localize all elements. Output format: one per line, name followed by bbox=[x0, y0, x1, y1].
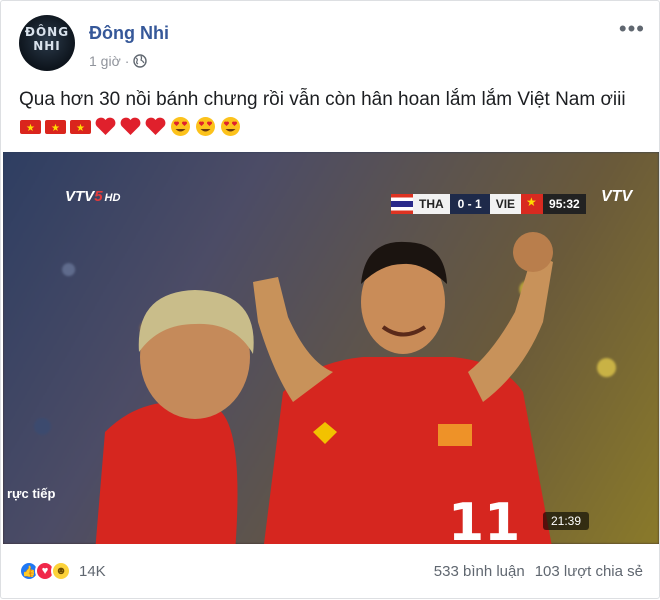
author-name[interactable]: Đông Nhi bbox=[89, 23, 169, 44]
avatar[interactable]: ĐÔNG NHI bbox=[19, 15, 75, 71]
post-footer: 👍 ♥ ☻ 14K 533 bình luận 103 lượt chia sẻ bbox=[1, 544, 660, 600]
avatar-text: ĐÔNG NHI bbox=[24, 25, 70, 53]
engagement-stats: 533 bình luận 103 lượt chia sẻ bbox=[434, 563, 643, 580]
post-time[interactable]: 1 giờ bbox=[89, 53, 121, 69]
more-icon[interactable]: ••• bbox=[619, 18, 645, 40]
globe-icon[interactable] bbox=[133, 54, 148, 68]
match-score: 0 - 1 bbox=[449, 194, 490, 214]
red-heart-icon bbox=[120, 117, 141, 135]
live-label: rực tiếp bbox=[7, 486, 56, 501]
thailand-flag-icon bbox=[391, 194, 413, 214]
post-caption: Qua hơn 30 nồi bánh chưng rồi vẫn còn hâ… bbox=[19, 89, 626, 110]
reaction-count[interactable]: 14K bbox=[79, 563, 106, 580]
team-home: THA bbox=[413, 194, 450, 214]
red-heart-icon bbox=[95, 117, 116, 135]
post-card: ĐÔNG NHI Đông Nhi 1 giờ · ••• Qua hơn 30… bbox=[0, 0, 660, 599]
share-count[interactable]: 103 lượt chia sẻ bbox=[535, 563, 643, 580]
svg-text:★: ★ bbox=[26, 123, 35, 134]
heart-eyes-icon bbox=[196, 117, 215, 136]
heart-eyes-icon bbox=[221, 117, 240, 136]
vietnam-flag-icon bbox=[521, 194, 544, 214]
vn-flag-icon: ★ bbox=[45, 120, 66, 134]
heart-eyes-icon bbox=[171, 117, 190, 136]
teammate-player bbox=[95, 290, 254, 544]
haha-icon: ☻ bbox=[51, 561, 71, 581]
jersey-number: 11 bbox=[448, 493, 520, 544]
red-heart-icon bbox=[145, 117, 166, 135]
channel-logo: VTV5 HD bbox=[65, 188, 121, 205]
match-clock: 95:32 bbox=[543, 194, 586, 214]
post-meta: 1 giờ · bbox=[89, 53, 148, 69]
comment-count[interactable]: 533 bình luận bbox=[434, 563, 525, 580]
svg-text:★: ★ bbox=[51, 123, 60, 134]
team-away: VIE bbox=[489, 194, 522, 214]
vn-flag-icon: ★ bbox=[70, 120, 91, 134]
video-timestamp: 21:39 bbox=[542, 512, 589, 530]
reaction-summary[interactable]: 👍 ♥ ☻ 14K bbox=[19, 561, 106, 581]
post-video[interactable]: VTV5HD THA 0 - 1 VIE 95:32 VTV 11 bbox=[3, 152, 659, 544]
scoreboard: THA 0 - 1 VIE 95:32 bbox=[391, 194, 586, 214]
corner-logo: VTV bbox=[601, 188, 633, 205]
svg-text:★: ★ bbox=[76, 123, 85, 134]
caption-emojis: ★ ★ ★ bbox=[19, 116, 242, 137]
vn-flag-icon: ★ bbox=[20, 120, 41, 134]
